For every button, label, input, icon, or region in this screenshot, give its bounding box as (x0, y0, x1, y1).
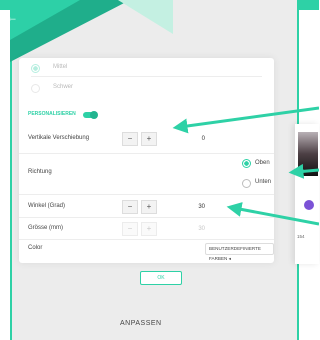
custom-colors-chip[interactable]: BENUTZERDEFINIERTE FARBEN ◂ (205, 243, 274, 261)
row-label: Grösse (mm) (28, 225, 63, 231)
personalize-label: PERSONALISIEREN (28, 111, 76, 117)
screen: ← Mittel Schwer PERSONALISIEREN Vertikal… (0, 0, 319, 340)
divider (19, 239, 274, 240)
chip-label: BENUTZERDEFINIERTE FARBEN (209, 246, 261, 261)
color-picker-panel: 154 (295, 124, 319, 264)
option-mittel[interactable]: Mittel (19, 62, 274, 74)
radio-schwer[interactable] (31, 84, 40, 93)
row-label: Color (28, 245, 43, 251)
direction-row: Richtung Oben Unten (19, 154, 274, 194)
angle-minus-button[interactable]: − (122, 200, 138, 214)
choice-unten[interactable]: Unten (255, 179, 271, 185)
option-label: Schwer (53, 84, 74, 90)
option-label: Mittel (53, 64, 68, 70)
angle-plus-button[interactable]: + (141, 200, 157, 214)
header-shape-3 (118, 0, 173, 34)
vertical-shift-minus-button[interactable]: − (122, 132, 138, 146)
vertical-shift-value[interactable]: 0 (171, 132, 209, 146)
size-value[interactable]: 30 (171, 222, 209, 236)
row-label: Winkel (Grad) (28, 203, 66, 209)
customize-dialog: Mittel Schwer PERSONALISIEREN Vertikale … (19, 58, 274, 263)
radio-unten[interactable] (242, 179, 251, 188)
size-minus-button[interactable]: − (122, 222, 138, 236)
color-gradient[interactable] (298, 132, 318, 176)
divider (19, 194, 274, 195)
chevron-left-icon: ◂ (228, 256, 231, 261)
ok-button[interactable]: OK (140, 271, 182, 285)
color-row: Color BENUTZERDEFINIERTE FARBEN ◂ (19, 242, 274, 261)
vertical-shift-plus-button[interactable]: + (141, 132, 157, 146)
vertical-shift-row: Vertikale Verschiebung − + 0 (19, 126, 274, 152)
angle-row: Winkel (Grad) − + 30 (19, 196, 274, 216)
choice-oben[interactable]: Oben (255, 160, 270, 166)
personalize-row: PERSONALISIEREN (19, 110, 274, 120)
header-shape-2 (10, 0, 80, 40)
arrow-left-icon[interactable]: ← (6, 10, 20, 24)
size-row: Grösse (mm) − + 30 (19, 218, 274, 238)
row-label: Richtung (28, 169, 52, 175)
radio-oben[interactable] (242, 159, 251, 168)
size-plus-button[interactable]: + (141, 222, 157, 236)
angle-value[interactable]: 30 (171, 200, 209, 214)
row-label: Vertikale Verschiebung (28, 135, 90, 141)
color-value: 154 (297, 234, 305, 239)
option-schwer[interactable]: Schwer (19, 82, 274, 94)
radio-mittel[interactable] (31, 64, 40, 73)
divider (31, 76, 262, 77)
personalize-toggle[interactable] (83, 111, 98, 119)
color-swatch[interactable] (304, 200, 314, 210)
footer-label: ANPASSEN (120, 320, 162, 327)
